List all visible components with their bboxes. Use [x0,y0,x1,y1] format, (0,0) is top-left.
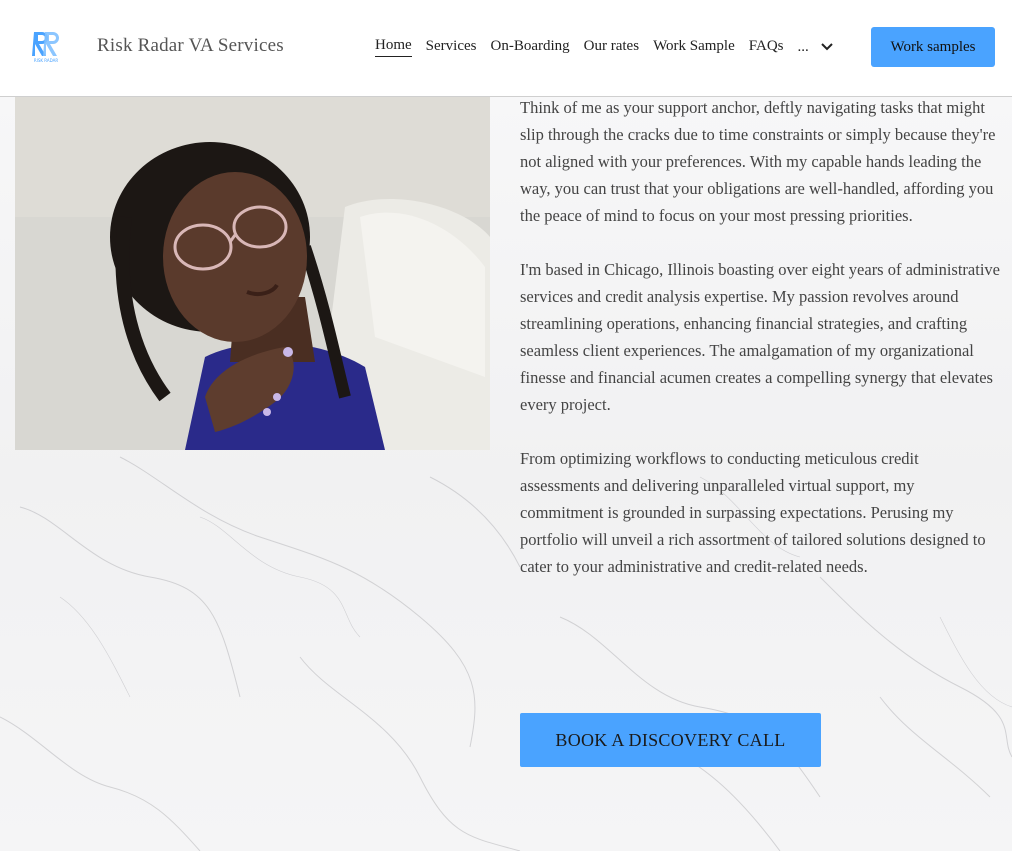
nav-work-sample[interactable]: Work Sample [653,38,735,57]
nav-faqs[interactable]: FAQs [749,38,784,57]
main-nav: Home Services On-Boarding Our rates Work… [375,37,833,57]
about-paragraph-3: From optimizing workflows to conducting … [520,449,986,576]
about-paragraph-2: I'm based in Chicago, Illinois boasting … [520,260,1000,414]
about-paragraph-1: Think of me as your support anchor, deft… [520,98,996,225]
nav-home[interactable]: Home [375,37,412,57]
svg-text:RISK RADAR: RISK RADAR [34,58,58,63]
about-section: Think of me as your support anchor, deft… [520,94,1000,607]
work-samples-button[interactable]: Work samples [871,27,995,67]
site-header: RISK RADAR Risk Radar VA Services Home S… [0,0,1012,97]
chevron-down-icon [821,39,833,56]
more-label: ... [797,38,809,55]
logo-icon[interactable]: RISK RADAR [31,30,61,64]
nav-more-dropdown[interactable]: ... [798,39,833,56]
nav-services[interactable]: Services [426,38,477,57]
nav-onboarding[interactable]: On-Boarding [491,38,570,57]
brand-name[interactable]: Risk Radar VA Services [97,35,284,57]
book-discovery-call-button[interactable]: BOOK A DISCOVERY CALL [520,713,821,767]
profile-photo [15,97,490,450]
nav-our-rates[interactable]: Our rates [584,38,639,57]
